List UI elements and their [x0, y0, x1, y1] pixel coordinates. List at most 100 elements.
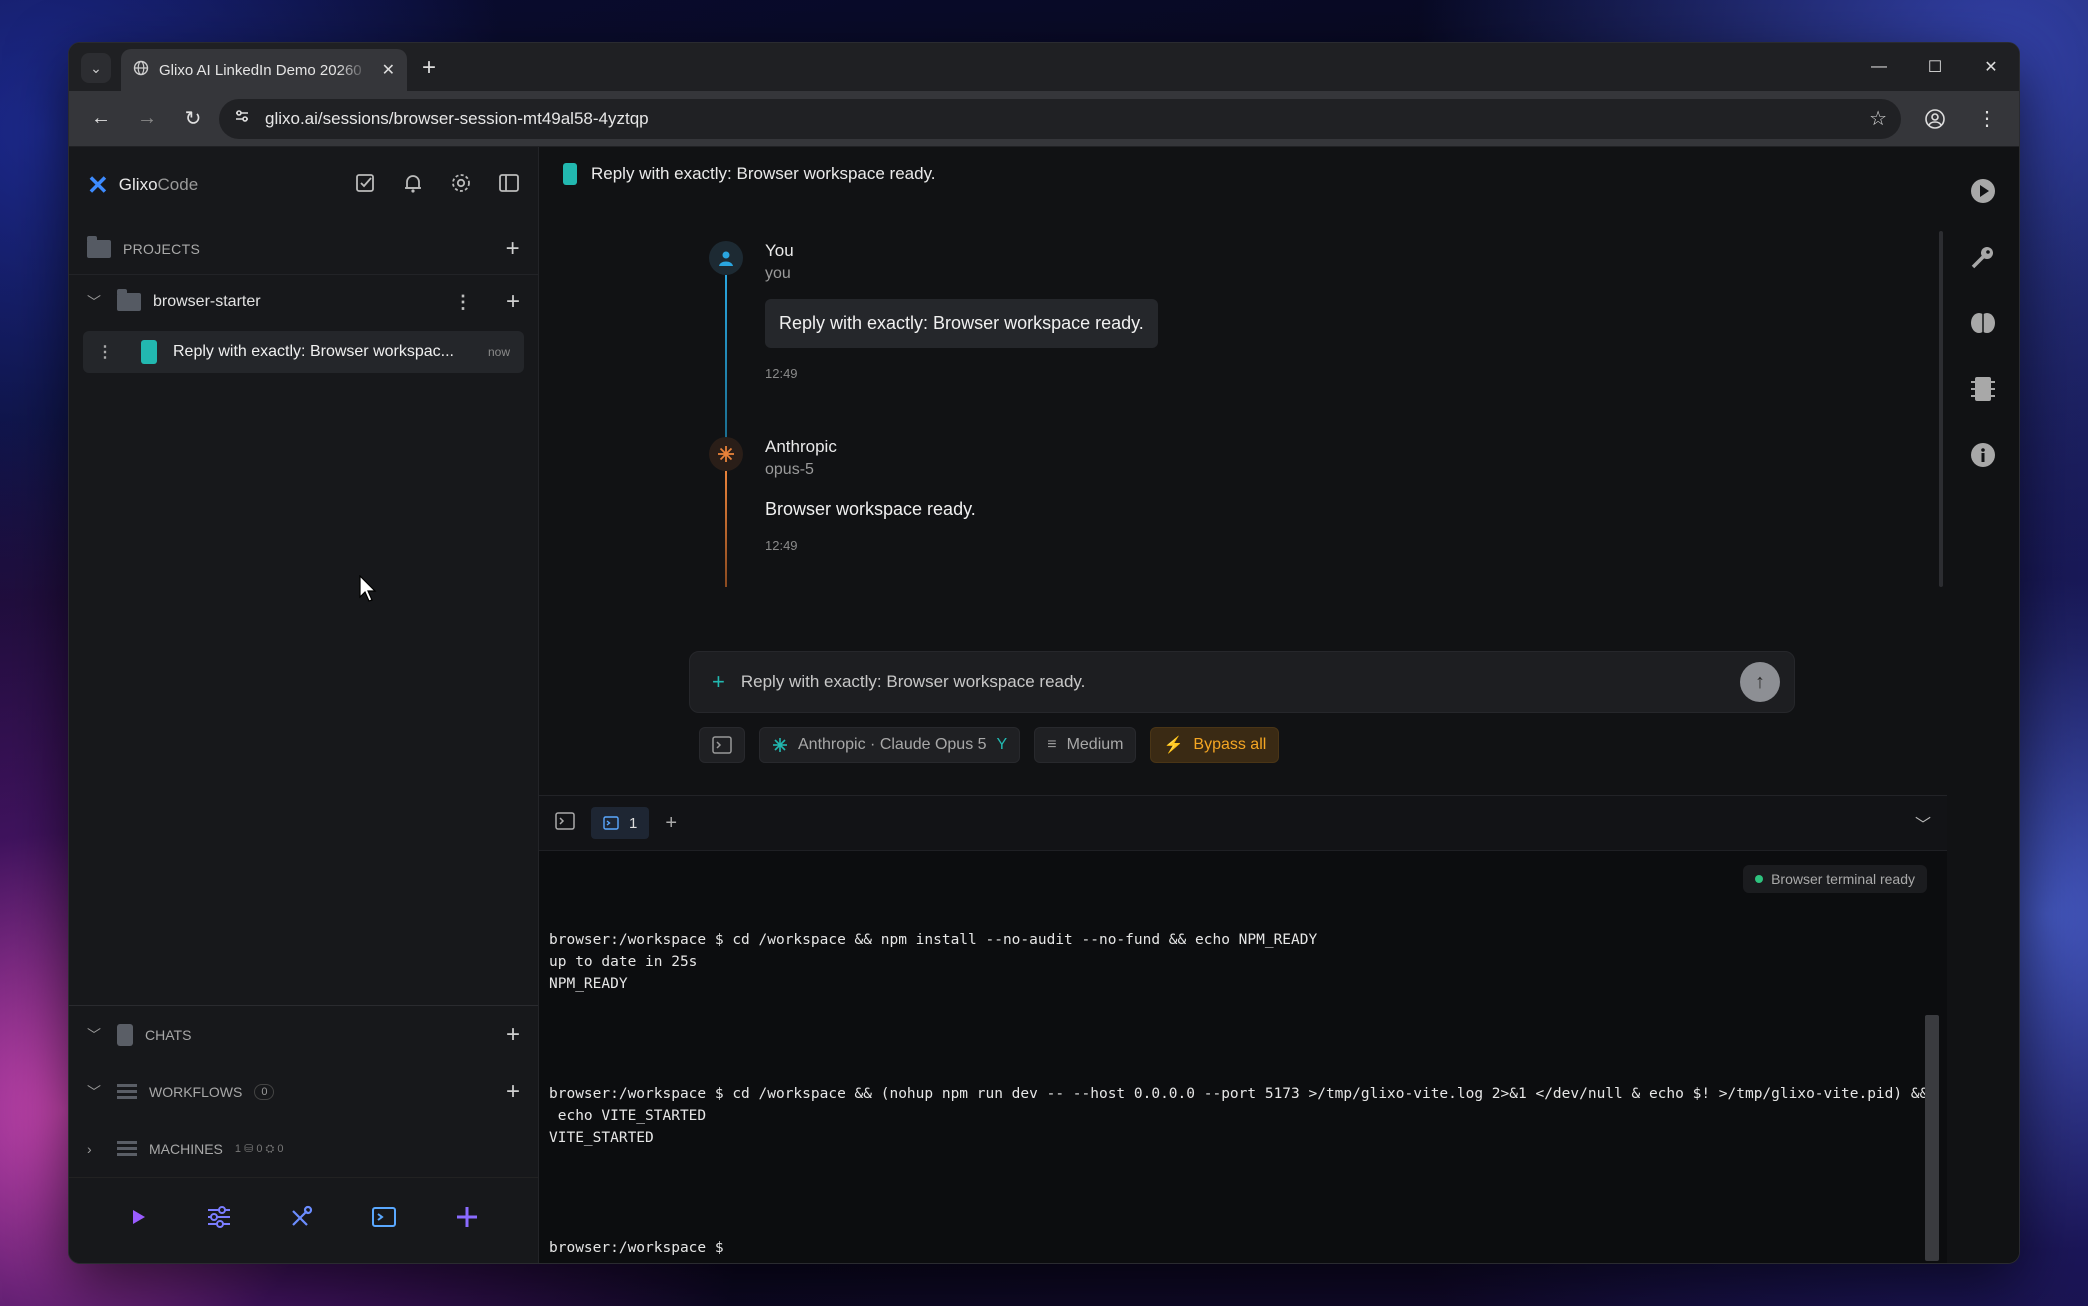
terminal-scrollbar[interactable] — [1925, 1015, 1939, 1261]
sender-name: Anthropic — [765, 437, 837, 456]
chevron-right-icon[interactable]: › — [87, 1141, 105, 1157]
projects-label: PROJECTS — [123, 240, 201, 257]
tab-close-icon[interactable]: ✕ — [382, 60, 395, 80]
terminal-toggle-button[interactable] — [699, 727, 745, 763]
add-terminal-button[interactable]: + — [665, 812, 677, 835]
chevron-down-icon[interactable]: ﹀ — [87, 292, 105, 312]
chevron-down-icon[interactable]: ﹀ — [87, 1025, 105, 1045]
browser-titlebar: ⌄ Glixo AI LinkedIn Demo 20260 ✕ + — ☐ ✕ — [69, 43, 2019, 91]
terminal-status-badge: Browser terminal ready — [1743, 865, 1927, 893]
back-arrow-icon[interactable]: ← — [81, 99, 121, 139]
chat-title: Reply with exactly: Browser workspace re… — [591, 164, 936, 183]
terminal-status-text: Browser terminal ready — [1771, 871, 1915, 887]
chat-scrollbar[interactable] — [1939, 231, 1943, 587]
model-label: Anthropic · Claude Opus 5 — [798, 736, 987, 753]
folder-icon — [117, 289, 141, 311]
terminal-line: up to date in 25s — [549, 954, 698, 970]
anthropic-avatar-icon — [709, 437, 743, 471]
task-check-icon[interactable] — [354, 172, 376, 199]
tab-title: Glixo AI LinkedIn Demo 20260 — [159, 61, 362, 79]
sender-model: opus-5 — [765, 461, 814, 478]
terminal-line: NPM_READY — [549, 976, 628, 992]
terminal-tab-1[interactable]: 1 — [591, 807, 650, 839]
message-input[interactable] — [740, 672, 1724, 692]
new-tab-button[interactable]: + — [415, 55, 443, 83]
bookmark-star-icon[interactable]: ☆ — [1869, 106, 1887, 131]
close-window-icon[interactable]: ✕ — [1963, 43, 2019, 91]
chevron-down-icon[interactable]: ﹀ — [87, 1082, 105, 1102]
play-circle-icon[interactable] — [1969, 177, 1997, 205]
play-icon[interactable] — [127, 1206, 149, 1235]
tools-icon[interactable] — [288, 1204, 314, 1237]
terminal-icon[interactable] — [555, 811, 575, 835]
collapse-chevron-icon[interactable]: ﹀ — [1915, 811, 1931, 835]
workflows-icon — [117, 1083, 137, 1100]
chat-icon — [117, 1023, 133, 1046]
workflows-section[interactable]: ﹀ WORKFLOWS 0 + — [69, 1063, 538, 1120]
info-icon[interactable] — [1969, 441, 1997, 469]
profile-icon[interactable] — [1915, 99, 1955, 139]
sliders-icon[interactable] — [206, 1205, 232, 1236]
terminal-icon — [712, 736, 732, 754]
machines-meta: 1 ⛁ 0 ⛭ 0 — [234, 1142, 284, 1155]
sidebar-bottom-bar — [69, 1177, 538, 1263]
address-bar[interactable]: glixo.ai/sessions/browser-session-mt49al… — [219, 98, 1901, 139]
brain-icon[interactable] — [1969, 309, 1997, 337]
browser-menu-icon[interactable]: ⋮ — [1967, 99, 2007, 139]
sidebar-toggle-icon[interactable] — [498, 172, 520, 199]
chats-label: CHATS — [145, 1026, 192, 1043]
status-dot-icon — [1755, 875, 1764, 883]
bell-icon[interactable] — [402, 172, 424, 199]
projects-section-header: PROJECTS + — [69, 223, 538, 275]
terminal-line: echo VITE_STARTED — [549, 1108, 707, 1124]
app-body: ✕ GlixoCode PROJECTS + ﹀ browser-starter… — [69, 147, 2019, 1263]
machines-section[interactable]: › MACHINES 1 ⛁ 0 ⛭ 0 — [69, 1120, 538, 1177]
brand-header: ✕ GlixoCode — [69, 147, 538, 223]
terminal-line: VITE_STARTED — [549, 1130, 654, 1146]
add-icon[interactable] — [454, 1204, 480, 1237]
message-composer: + ↑ — [689, 651, 1795, 713]
attach-plus-icon[interactable]: + — [712, 669, 725, 695]
model-selector[interactable]: Anthropic · Claude Opus 5 Y — [759, 727, 1021, 763]
add-project-button[interactable]: + — [506, 235, 520, 263]
add-workflow-button[interactable]: + — [506, 1078, 520, 1106]
terminal-line: browser:/workspace $ cd /workspace && np… — [549, 932, 1318, 948]
session-menu-icon[interactable]: ⋮ — [97, 342, 113, 362]
browser-tab[interactable]: Glixo AI LinkedIn Demo 20260 ✕ — [121, 49, 407, 91]
add-session-button[interactable]: + — [506, 288, 520, 316]
project-menu-icon[interactable]: ⋮ — [454, 292, 472, 313]
maximize-icon[interactable]: ☐ — [1907, 43, 1963, 91]
minimize-icon[interactable]: — — [1851, 43, 1907, 91]
project-row[interactable]: ﹀ browser-starter ⋮ + — [69, 275, 538, 329]
chats-section[interactable]: ﹀ CHATS + — [69, 1006, 538, 1063]
sender-handle: you — [765, 265, 791, 282]
reload-icon[interactable]: ↻ — [173, 99, 213, 139]
effort-selector[interactable]: ≡ Medium — [1034, 727, 1137, 763]
url-text: glixo.ai/sessions/browser-session-mt49al… — [265, 108, 649, 128]
session-item[interactable]: ⋮ Reply with exactly: Browser workspac..… — [83, 331, 524, 373]
machines-icon — [117, 1140, 137, 1157]
key-icon[interactable] — [1969, 243, 1997, 271]
gear-icon[interactable] — [450, 172, 472, 199]
bypass-label: Bypass all — [1193, 736, 1267, 753]
brand-name: GlixoCode — [118, 175, 199, 194]
add-chat-button[interactable]: + — [506, 1021, 520, 1049]
tab-search-chevron-icon[interactable]: ⌄ — [81, 53, 111, 83]
send-button[interactable]: ↑ — [1740, 662, 1780, 702]
browser-window: ⌄ Glixo AI LinkedIn Demo 20260 ✕ + — ☐ ✕… — [68, 42, 2020, 1264]
terminal-tabbar: 1 + ﹀ — [539, 795, 1947, 851]
terminal-output[interactable]: Browser terminal ready browser:/workspac… — [539, 851, 1947, 1263]
memory-chip-icon[interactable] — [1969, 375, 1997, 403]
terminal-icon[interactable] — [371, 1205, 397, 1236]
effort-bars-icon: ≡ — [1047, 736, 1057, 753]
workflows-count-badge: 0 — [254, 1083, 275, 1100]
bypass-permissions-button[interactable]: ⚡ Bypass all — [1150, 727, 1280, 763]
workflows-label: WORKFLOWS — [149, 1083, 243, 1100]
session-title: Reply with exactly: Browser workspac... — [173, 343, 454, 360]
forward-arrow-icon[interactable]: → — [127, 99, 167, 139]
site-info-icon[interactable] — [233, 107, 251, 130]
